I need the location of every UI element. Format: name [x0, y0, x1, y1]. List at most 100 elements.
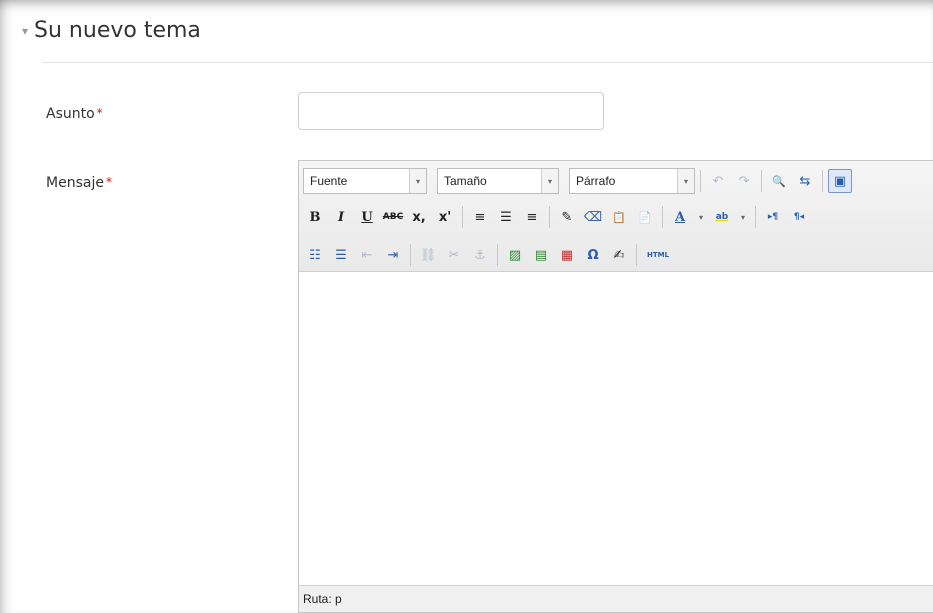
required-icon: *	[96, 106, 103, 120]
align-center-icon: ☰	[500, 209, 512, 225]
bullet-list-button[interactable]: ☷	[303, 243, 327, 267]
subject-input[interactable]	[298, 92, 604, 130]
subject-label-text: Asunto	[46, 106, 95, 122]
align-right-button[interactable]: ≡	[520, 205, 544, 229]
toolbar-separator	[662, 206, 663, 228]
editor-toolbar: Fuente ▾ Tamaño ▾ Párrafo ▾ ↶ ↷ 🔍 ⇆ ▣ B …	[299, 161, 933, 272]
replace-icon: ⇆	[799, 173, 811, 189]
font-size-select[interactable]: Tamaño ▾	[437, 168, 559, 194]
message-label-text: Mensaje	[46, 175, 104, 191]
special-char-icon: Ω	[587, 247, 599, 263]
indent-icon: ⇥	[387, 247, 399, 263]
insert-media-button[interactable]: ▤	[529, 243, 553, 267]
anchor-button[interactable]: ⚓	[468, 243, 492, 267]
align-right-icon: ≡	[526, 209, 538, 225]
collapse-caret-icon[interactable]: ▾	[22, 24, 28, 38]
special-char-button[interactable]: Ω	[581, 243, 605, 267]
toolbar-separator	[700, 170, 701, 192]
strikethrough-icon: ABC	[382, 212, 404, 222]
find-icon: 🔍	[772, 174, 786, 188]
editor-status-bar: Ruta: p	[299, 585, 933, 612]
insert-file-button[interactable]: ▦	[555, 243, 579, 267]
underline-button[interactable]: U	[355, 205, 379, 229]
message-label: Mensaje *	[46, 175, 112, 191]
required-icon: *	[105, 175, 112, 189]
eraser-icon: ⌫	[583, 209, 603, 225]
align-left-button[interactable]: ≡	[468, 205, 492, 229]
toolbar-row-2: B I U ABC x, x' ≡ ☰ ≡ ✎ ⌫ 📋 📄 A ▾ ab ▾ ▸…	[303, 203, 811, 231]
redo-button[interactable]: ↷	[732, 169, 756, 193]
undo-button[interactable]: ↶	[706, 169, 730, 193]
font-family-value: Fuente	[310, 174, 348, 188]
fullscreen-button[interactable]: ▣	[828, 169, 852, 193]
clean-format-button[interactable]: ✎	[555, 205, 579, 229]
bold-icon: B	[309, 209, 321, 225]
superscript-button[interactable]: x'	[433, 205, 457, 229]
superscript-icon: x'	[438, 209, 452, 225]
subject-label: Asunto *	[46, 106, 103, 122]
font-family-select[interactable]: Fuente ▾	[303, 168, 427, 194]
ltr-icon: ▸¶	[767, 212, 779, 222]
highlight-button[interactable]: ab	[710, 205, 734, 229]
outdent-icon: ⇤	[361, 247, 373, 263]
toolbar-separator	[761, 170, 762, 192]
underline-icon: U	[361, 209, 373, 225]
rtl-button[interactable]: ¶◂	[787, 205, 811, 229]
paste-word-icon: 📄	[638, 210, 652, 224]
paste-word-button[interactable]: 📄	[633, 205, 657, 229]
outdent-button[interactable]: ⇤	[355, 243, 379, 267]
italic-icon: I	[337, 209, 345, 225]
toolbar-separator	[549, 206, 550, 228]
toolbar-separator	[636, 244, 637, 266]
toolbar-separator	[410, 244, 411, 266]
clean-format-icon: ✎	[561, 209, 573, 225]
toolbar-row-1: Fuente ▾ Tamaño ▾ Párrafo ▾ ↶ ↷ 🔍 ⇆ ▣	[303, 167, 852, 195]
anchor-icon: ⚓	[474, 247, 486, 263]
find-button[interactable]: 🔍	[767, 169, 791, 193]
highlight-icon: ab	[715, 212, 729, 222]
numbered-list-button[interactable]: ☰	[329, 243, 353, 267]
link-button[interactable]: ⛓	[416, 243, 440, 267]
align-center-button[interactable]: ☰	[494, 205, 518, 229]
bold-button[interactable]: B	[303, 205, 327, 229]
eraser-button[interactable]: ⌫	[581, 205, 605, 229]
message-editor: Fuente ▾ Tamaño ▾ Párrafo ▾ ↶ ↷ 🔍 ⇆ ▣ B …	[298, 160, 933, 613]
forum-post-form: ▾ Su nuevo tema Asunto * Mensaje * Fuente …	[0, 0, 933, 613]
font-size-value: Tamaño	[444, 174, 487, 188]
editor-content-area[interactable]	[299, 272, 933, 586]
html-icon: HTML	[646, 251, 670, 259]
rtl-icon: ¶◂	[793, 212, 805, 222]
edit-button[interactable]: ✍	[607, 243, 631, 267]
unlink-button[interactable]: ✂	[442, 243, 466, 267]
numbered-list-icon: ☰	[335, 247, 347, 263]
ltr-button[interactable]: ▸¶	[761, 205, 785, 229]
paragraph-format-value: Párrafo	[576, 174, 616, 188]
indent-button[interactable]: ⇥	[381, 243, 405, 267]
fullscreen-icon: ▣	[833, 173, 847, 189]
toolbar-separator	[462, 206, 463, 228]
html-button[interactable]: HTML	[642, 243, 674, 267]
link-icon: ⛓	[419, 247, 437, 263]
section-header[interactable]: ▾ Su nuevo tema	[22, 18, 201, 43]
toolbar-separator	[755, 206, 756, 228]
chevron-down-icon: ▾	[698, 212, 703, 222]
paragraph-format-select[interactable]: Párrafo ▾	[569, 168, 695, 194]
chevron-down-icon: ▾	[541, 169, 558, 193]
italic-button[interactable]: I	[329, 205, 353, 229]
redo-icon: ↷	[738, 173, 750, 189]
subscript-icon: x,	[412, 209, 426, 225]
paste-text-icon: 📋	[612, 210, 626, 224]
subscript-button[interactable]: x,	[407, 205, 431, 229]
strikethrough-button[interactable]: ABC	[381, 205, 405, 229]
element-path[interactable]: Ruta: p	[303, 592, 342, 606]
insert-image-button[interactable]: ▨	[503, 243, 527, 267]
align-left-icon: ≡	[474, 209, 486, 225]
font-color-dropdown[interactable]: ▾	[694, 205, 708, 229]
font-color-icon: A	[674, 209, 686, 225]
chevron-down-icon: ▾	[409, 169, 426, 193]
replace-button[interactable]: ⇆	[793, 169, 817, 193]
highlight-dropdown[interactable]: ▾	[736, 205, 750, 229]
section-title: Su nuevo tema	[34, 18, 201, 43]
paste-text-button[interactable]: 📋	[607, 205, 631, 229]
font-color-button[interactable]: A	[668, 205, 692, 229]
